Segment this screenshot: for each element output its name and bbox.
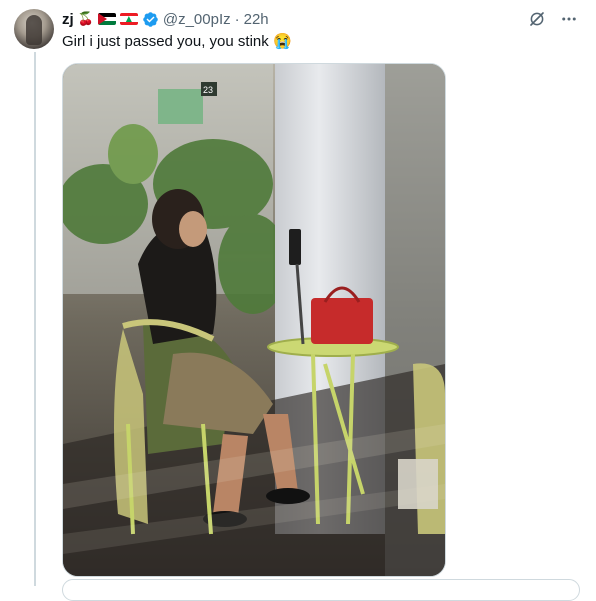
thread-line <box>34 52 36 586</box>
svg-text:23: 23 <box>203 85 213 95</box>
separator-dot: · <box>234 10 240 28</box>
display-name[interactable]: zj <box>62 11 74 28</box>
tweet-photo[interactable]: 23 <box>62 63 446 577</box>
verified-badge-icon <box>143 11 158 27</box>
avatar[interactable] <box>14 9 54 49</box>
more-options-button[interactable] <box>558 8 580 30</box>
tweet-text: Girl i just passed you, you stink 😭 <box>62 32 292 50</box>
jordan-flag-icon <box>97 13 116 25</box>
timestamp[interactable]: 22h <box>244 11 269 28</box>
grok-icon <box>530 12 544 26</box>
tweet-actions <box>526 8 580 30</box>
more-options-icon <box>562 17 576 21</box>
cherry-emoji: 🍒 <box>77 11 94 26</box>
user-handle[interactable]: @z_00pIz <box>163 11 231 28</box>
cafe-photo-image: 23 <box>63 64 445 576</box>
tweet-body: Girl i just passed you, you stink <box>62 33 269 50</box>
quoted-card-edge <box>62 579 580 601</box>
crying-emoji: 😭 <box>272 33 292 50</box>
tweet-header: zj 🍒 @z_00pIz · 22h <box>62 9 269 29</box>
lebanon-flag-icon <box>119 13 138 25</box>
grok-button[interactable] <box>526 8 548 30</box>
